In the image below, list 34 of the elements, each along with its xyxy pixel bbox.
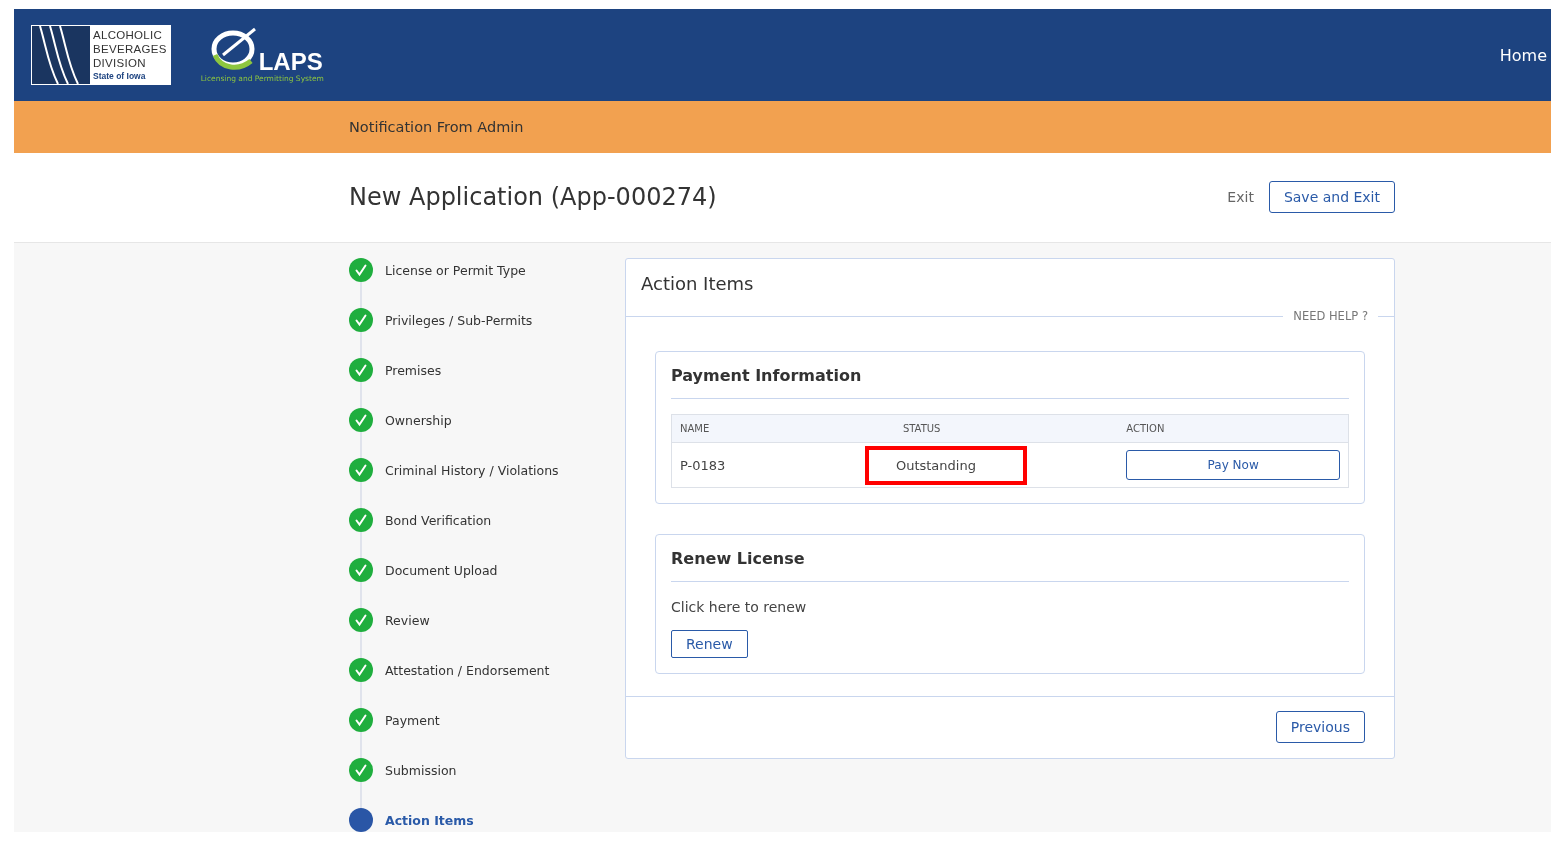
column-header: NAME	[671, 414, 895, 443]
step-label[interactable]: Attestation / Endorsement	[385, 662, 550, 678]
exit-link[interactable]: Exit	[1227, 189, 1254, 206]
notification-text: Notification From Admin	[349, 118, 524, 135]
step-label[interactable]: Action Items	[385, 812, 474, 828]
section-title: Payment Information	[671, 366, 862, 385]
renew-text: Click here to renew	[671, 599, 808, 615]
step-label[interactable]: Review	[385, 612, 430, 628]
nav-link[interactable]: Home	[1499, 45, 1547, 65]
panel-title: Action Items	[641, 273, 754, 294]
step-label[interactable]: Bond Verification	[385, 512, 492, 528]
logo-text: DIVISION	[93, 56, 147, 70]
step-label[interactable]: Submission	[385, 762, 457, 778]
help-link[interactable]: NEED HELP ?	[1293, 309, 1368, 323]
step-label[interactable]: Document Upload	[385, 562, 498, 578]
step-label[interactable]: Criminal History / Violations	[385, 462, 559, 478]
section-title: Renew License	[671, 549, 805, 568]
step-label[interactable]: Privileges / Sub-Permits	[385, 312, 533, 328]
column-header: ACTION	[1118, 414, 1349, 443]
step-label[interactable]: License or Permit Type	[385, 262, 526, 278]
pay-now-button[interactable]: Pay Now	[1126, 450, 1340, 480]
page-title: New Application (App-000274)	[349, 183, 718, 212]
renew-button[interactable]: Renew	[671, 630, 748, 658]
logo-text: LAPS	[258, 49, 323, 75]
logo-text: State of Iowa	[93, 70, 147, 82]
logo-text: ALCOHOLIC	[93, 28, 164, 42]
previous-button[interactable]: Previous	[1275, 711, 1365, 743]
column-header: STATUS	[894, 414, 1119, 443]
step-label[interactable]: Premises	[385, 362, 442, 378]
step-label[interactable]: Payment	[385, 712, 440, 728]
highlighted-status: Outstanding	[864, 445, 1027, 485]
save-exit-button[interactable]: Save and Exit	[1268, 181, 1395, 214]
logo-text: BEVERAGES	[93, 42, 167, 56]
step-label[interactable]: Ownership	[385, 412, 452, 428]
